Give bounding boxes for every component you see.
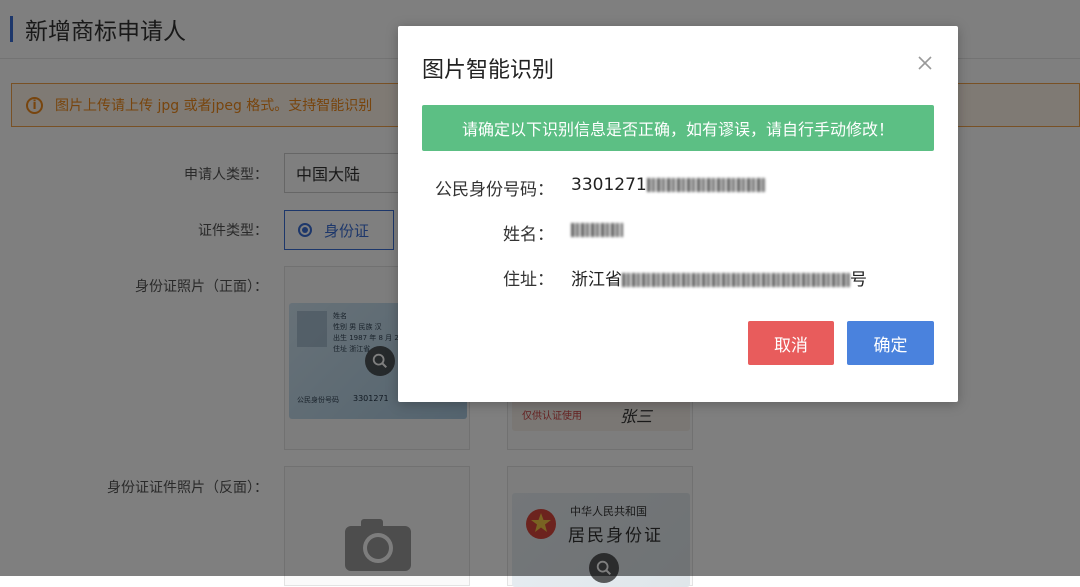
address-value: 浙江省 xyxy=(571,270,622,290)
redacted-id-digits xyxy=(646,178,765,192)
redacted-name xyxy=(571,223,623,237)
id-number-label: 公民身份号码： xyxy=(435,180,554,200)
recognition-dialog: 图片智能识别 请确定以下识别信息是否正确，如有谬误，请自行手动修改！ 公民身份号… xyxy=(398,26,958,402)
address-suffix: 号 xyxy=(850,270,867,290)
name-label: 姓名： xyxy=(503,225,554,245)
confirm-banner: 请确定以下识别信息是否正确，如有谬误，请自行手动修改！ xyxy=(422,105,934,151)
address-label: 住址： xyxy=(503,270,554,290)
id-number-field[interactable]: 3301271 xyxy=(571,175,765,195)
confirm-button[interactable]: 确定 xyxy=(847,321,934,365)
name-field[interactable] xyxy=(571,220,623,240)
close-icon[interactable] xyxy=(914,52,936,74)
redacted-address xyxy=(622,273,850,287)
address-field[interactable]: 浙江省 号 xyxy=(571,265,867,290)
cancel-button[interactable]: 取消 xyxy=(748,321,834,365)
dialog-title: 图片智能识别 xyxy=(422,58,555,83)
id-number-value: 3301271 xyxy=(571,175,647,195)
